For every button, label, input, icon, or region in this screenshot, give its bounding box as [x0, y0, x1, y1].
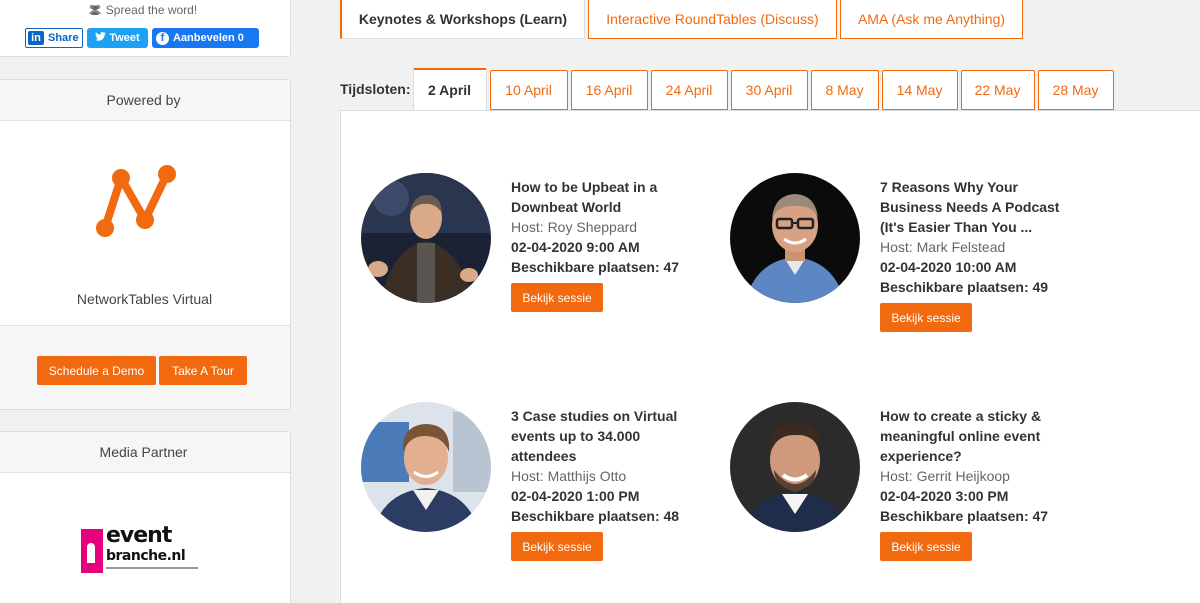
- date-tab-28-may[interactable]: 28 May: [1037, 70, 1114, 110]
- tweet-label: Tweet: [109, 32, 140, 44]
- timeslot-tabs: Tijdsloten: 2 April 10 April 16 April 24…: [340, 68, 1117, 110]
- view-session-button[interactable]: Bekijk sessie: [880, 532, 972, 561]
- date-tab-24-april[interactable]: 24 April: [650, 70, 728, 110]
- date-tab-14-may[interactable]: 14 May: [881, 70, 958, 110]
- eventbranche-word-event: event: [106, 523, 172, 548]
- linkedin-share-button[interactable]: in Share: [25, 28, 83, 48]
- timeslot-label: Tijdsloten:: [340, 81, 411, 97]
- take-tour-button[interactable]: Take A Tour: [159, 356, 247, 385]
- date-tab-2-april[interactable]: 2 April: [412, 68, 487, 110]
- session-host: Host: Mark Felstead: [880, 239, 1006, 255]
- users-icon: [88, 4, 102, 18]
- session-card: 7 Reasons Why Your Business Needs A Podc…: [730, 173, 1070, 373]
- session-datetime: 02-04-2020 10:00 AM: [880, 259, 1017, 275]
- eventbranche-logo[interactable]: event branche.nl: [81, 523, 201, 575]
- tab-ama[interactable]: AMA (Ask me Anything): [840, 0, 1023, 39]
- date-tab-16-april[interactable]: 16 April: [570, 70, 648, 110]
- powered-by-panel: Powered by NetworkTables Virtual Schedul…: [0, 79, 291, 410]
- date-tab-30-april[interactable]: 30 April: [730, 70, 808, 110]
- session-seats: Beschikbare plaatsen: 49: [880, 279, 1049, 295]
- powered-by-footer: Schedule a Demo Take A Tour: [0, 325, 290, 409]
- schedule-demo-button[interactable]: Schedule a Demo: [37, 356, 156, 385]
- date-tab-10-april[interactable]: 10 April: [489, 70, 568, 110]
- session-title: 7 Reasons Why Your Business Needs A Podc…: [880, 179, 1060, 235]
- facebook-recommend-button[interactable]: f Aanbevelen 0: [152, 28, 259, 48]
- host-avatar[interactable]: [361, 402, 491, 532]
- share-panel: Spread the word! in Share Tweet f Aanbev…: [0, 0, 291, 57]
- session-datetime: 02-04-2020 1:00 PM: [511, 488, 640, 504]
- session-card: How to create a sticky & meaningful onli…: [730, 402, 1070, 602]
- media-partner-heading: Media Partner: [0, 432, 290, 473]
- session-info: 7 Reasons Why Your Business Needs A Podc…: [880, 177, 1065, 332]
- sidebar: Spread the word! in Share Tweet f Aanbev…: [0, 0, 291, 603]
- host-avatar[interactable]: [730, 402, 860, 532]
- session-info: How to create a sticky & meaningful onli…: [880, 406, 1065, 561]
- session-seats: Beschikbare plaatsen: 48: [511, 508, 680, 524]
- linkedin-share-label: Share: [48, 32, 79, 44]
- session-seats: Beschikbare plaatsen: 47: [880, 508, 1049, 524]
- tweet-button[interactable]: Tweet: [87, 28, 148, 48]
- session-datetime: 02-04-2020 9:00 AM: [511, 239, 640, 255]
- media-partner-panel: Media Partner event branche.nl: [0, 431, 291, 603]
- session-title: How to be Upbeat in a Downbeat World: [511, 179, 658, 215]
- powered-by-heading: Powered by: [0, 80, 290, 121]
- sessions-panel: How to be Upbeat in a Downbeat World Hos…: [340, 110, 1200, 603]
- powered-by-company: NetworkTables Virtual: [76, 291, 213, 307]
- share-buttons: in Share Tweet f Aanbevelen 0: [25, 28, 259, 48]
- session-card: 3 Case studies on Virtual events up to 3…: [361, 402, 701, 602]
- spread-text: Spread the word!: [105, 3, 198, 17]
- eventbranche-mark: [81, 529, 103, 573]
- facebook-recommend-label: Aanbevelen 0: [173, 32, 244, 44]
- view-session-button[interactable]: Bekijk sessie: [880, 303, 972, 332]
- session-title: 3 Case studies on Virtual events up to 3…: [511, 408, 678, 464]
- session-host: Host: Matthijs Otto: [511, 468, 627, 484]
- category-tabs: Keynotes & Workshops (Learn) Interactive…: [340, 0, 1026, 39]
- session-host: Host: Gerrit Heijkoop: [880, 468, 1010, 484]
- session-info: 3 Case studies on Virtual events up to 3…: [511, 406, 696, 561]
- main-content: Keynotes & Workshops (Learn) Interactive…: [340, 0, 1200, 603]
- view-session-button[interactable]: Bekijk sessie: [511, 283, 603, 312]
- eventbranche-tagline-bar: [106, 567, 198, 569]
- session-seats: Beschikbare plaatsen: 47: [511, 259, 680, 275]
- networktables-logo: [93, 160, 185, 240]
- session-host: Host: Roy Sheppard: [511, 219, 638, 235]
- eventbranche-word-domain: branche.nl: [106, 548, 186, 564]
- session-datetime: 02-04-2020 3:00 PM: [880, 488, 1009, 504]
- spread-the-word: Spread the word!: [0, 3, 288, 18]
- tab-keynotes-workshops[interactable]: Keynotes & Workshops (Learn): [340, 0, 585, 39]
- date-tab-22-may[interactable]: 22 May: [960, 70, 1035, 110]
- session-title: How to create a sticky & meaningful onli…: [880, 408, 1042, 464]
- twitter-icon: [95, 32, 107, 44]
- facebook-icon: f: [156, 31, 169, 45]
- host-avatar[interactable]: [361, 173, 491, 303]
- linkedin-icon: in: [28, 31, 44, 45]
- date-tab-8-may[interactable]: 8 May: [810, 70, 879, 110]
- session-card: How to be Upbeat in a Downbeat World Hos…: [361, 173, 701, 373]
- session-info: How to be Upbeat in a Downbeat World Hos…: [511, 177, 696, 312]
- tab-interactive-roundtables[interactable]: Interactive RoundTables (Discuss): [588, 0, 837, 39]
- view-session-button[interactable]: Bekijk sessie: [511, 532, 603, 561]
- host-avatar[interactable]: [730, 173, 860, 303]
